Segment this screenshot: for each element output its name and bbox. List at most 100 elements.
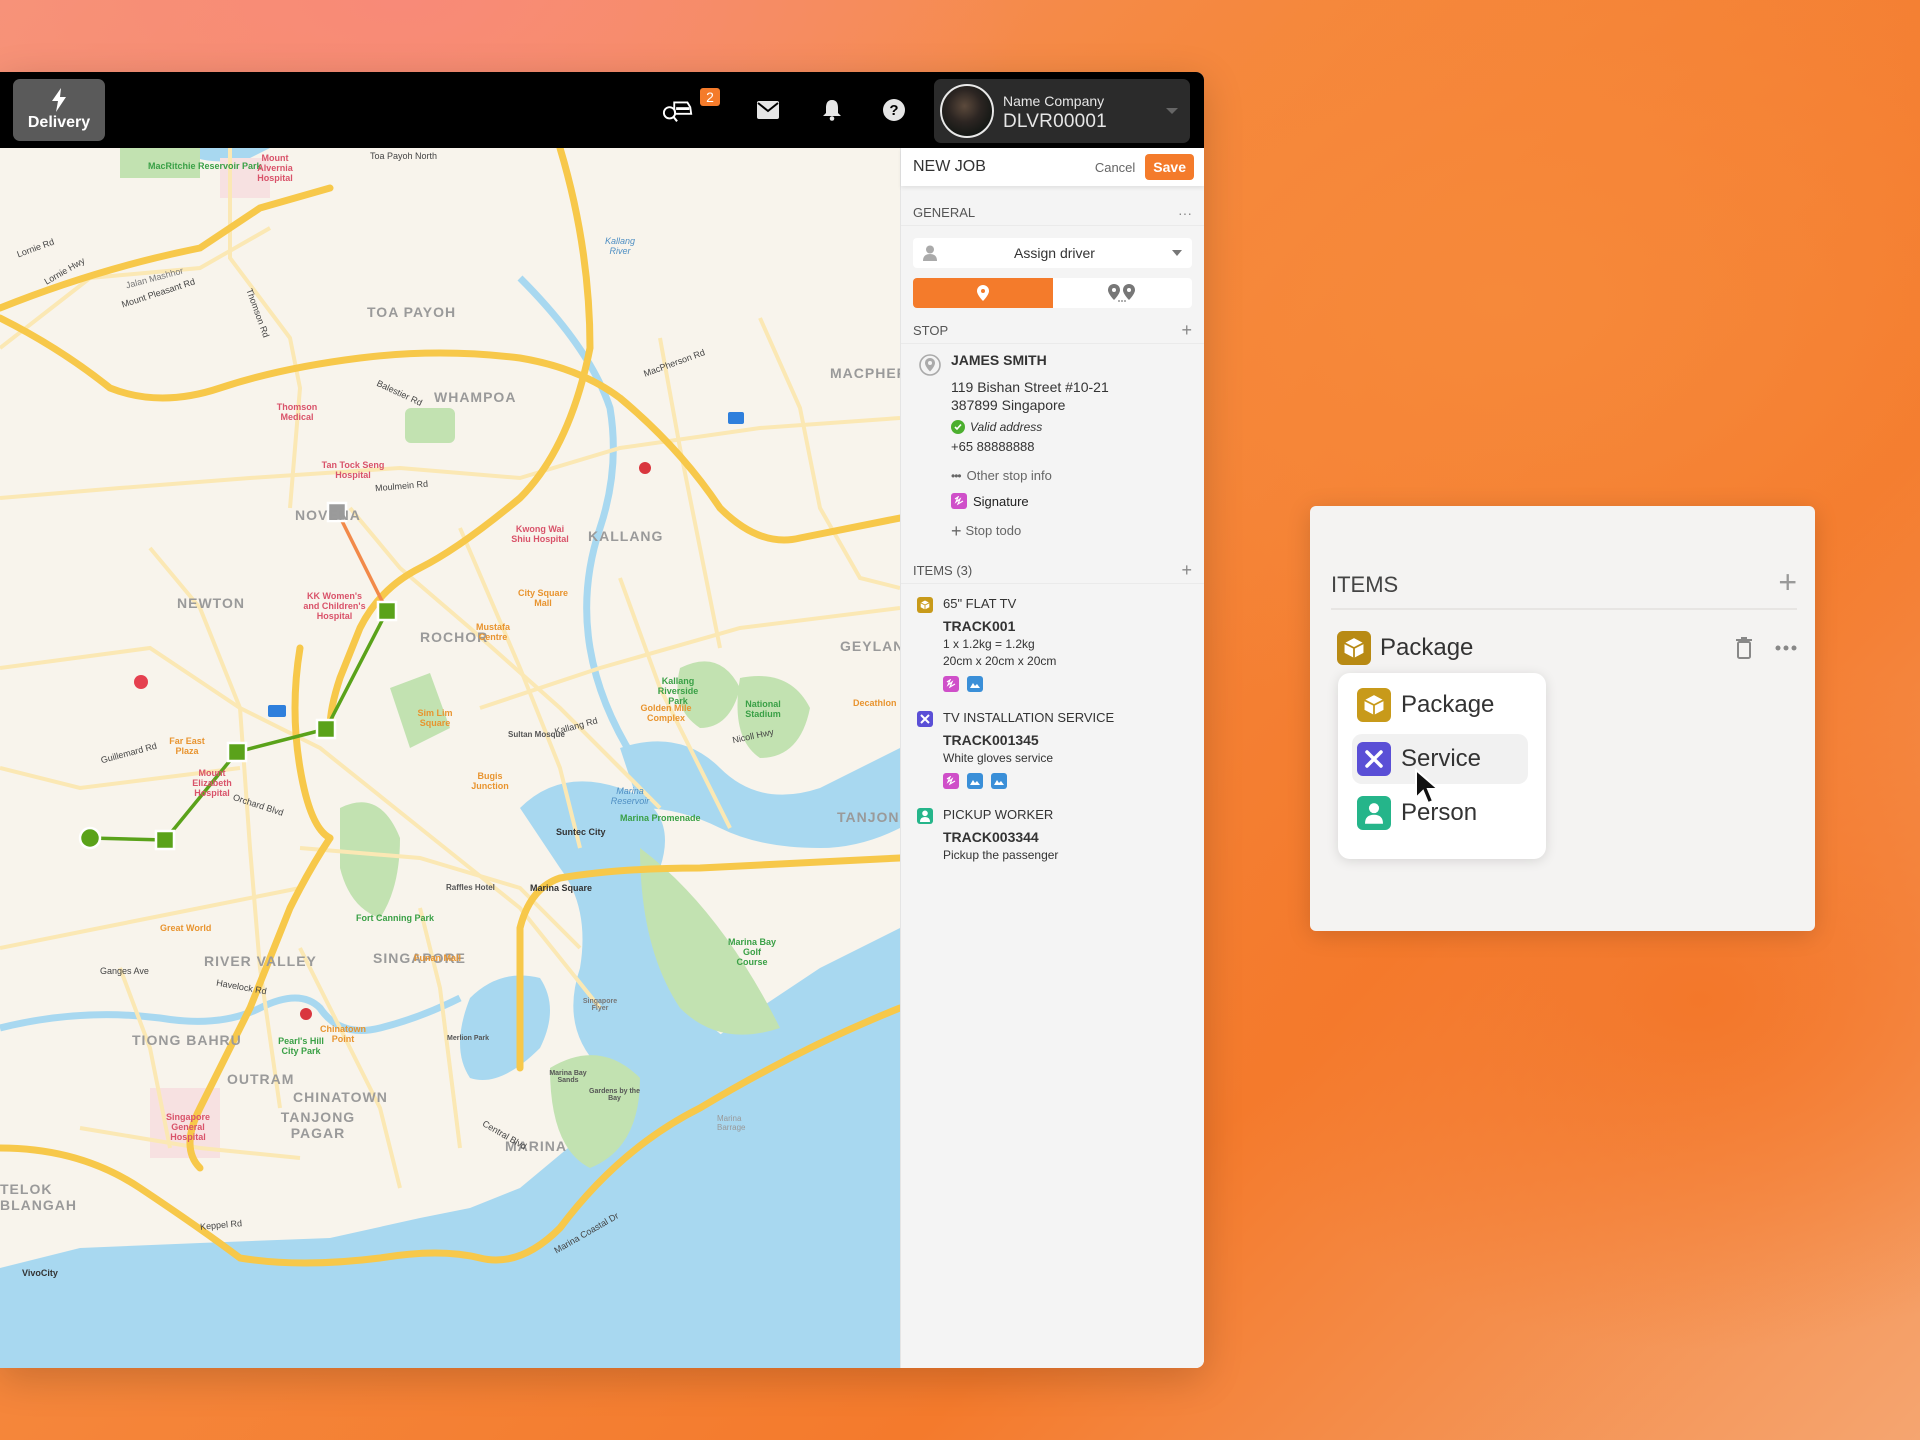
single-stop-tab[interactable] bbox=[913, 278, 1053, 308]
cancel-button[interactable]: Cancel bbox=[1095, 160, 1135, 175]
poi-label: Pearl's Hill City Park bbox=[278, 1036, 324, 1056]
section-label: ITEMS (3) bbox=[913, 563, 973, 578]
person-icon bbox=[923, 245, 937, 261]
route-segment bbox=[236, 727, 327, 754]
attachments bbox=[943, 676, 1192, 692]
notification-badge: 2 bbox=[700, 88, 720, 106]
multi-pin-icon bbox=[1108, 284, 1136, 302]
poi-label: Suntec City bbox=[556, 827, 606, 837]
save-button[interactable]: Save bbox=[1145, 154, 1194, 180]
more-options-button[interactable]: ··· bbox=[1178, 205, 1192, 221]
image-icon[interactable] bbox=[991, 773, 1007, 789]
sea bbox=[0, 928, 900, 1368]
item-detail: Pickup the passenger bbox=[943, 848, 1059, 862]
district-label: WHAMPOA bbox=[434, 389, 517, 405]
poi-label: Mount Alvernia Hospital bbox=[257, 153, 293, 183]
park bbox=[405, 408, 455, 443]
tracking-number: TRACK001345 bbox=[943, 732, 1039, 748]
item-name: TV INSTALLATION SERVICE bbox=[943, 710, 1115, 725]
package-icon bbox=[1337, 631, 1371, 665]
district-label: TANJONG PAGAR bbox=[280, 1109, 356, 1141]
district-label: NEWTON bbox=[177, 595, 245, 611]
map-view[interactable]: TOA PAYOH WHAMPOA NOVENA KALLANG NEWTON … bbox=[0, 148, 900, 1368]
mail-button[interactable] bbox=[752, 94, 784, 126]
poi-label: Marina Reservoir bbox=[610, 786, 650, 806]
poi-label: Tan Tock Seng Hospital bbox=[321, 460, 385, 480]
multi-stop-tab[interactable] bbox=[1053, 278, 1193, 308]
add-item-button[interactable]: + bbox=[1778, 566, 1797, 598]
poi-label: Gardens by the Bay bbox=[589, 1088, 640, 1102]
assign-driver-select[interactable]: Assign driver bbox=[913, 238, 1192, 268]
district-label: MACPHERS bbox=[830, 365, 900, 381]
poi-label: Raffles Hotel bbox=[446, 883, 495, 892]
tracking-number: TRACK003344 bbox=[943, 829, 1039, 845]
ellipsis-icon: ••• bbox=[951, 468, 962, 483]
route-start-marker[interactable] bbox=[78, 826, 102, 850]
top-bar: Delivery 2 ? Name Company DLVR00001 bbox=[0, 72, 1204, 148]
cte-sign-icon bbox=[268, 705, 286, 717]
item-type-row[interactable]: Package bbox=[1337, 630, 1797, 666]
item-row[interactable]: PICKUP WORKER TRACK003344 Pickup the pas… bbox=[901, 795, 1204, 868]
stop-mode-toggle bbox=[913, 278, 1192, 308]
search-vehicle-icon bbox=[662, 101, 693, 122]
chevron-down-icon bbox=[1166, 108, 1178, 114]
general-section-header: GENERAL ··· bbox=[901, 200, 1204, 226]
package-icon bbox=[1357, 688, 1391, 722]
poi-label: Thomson Medical bbox=[276, 402, 318, 422]
package-icon bbox=[917, 597, 933, 613]
poi-label: Marina Square bbox=[530, 883, 593, 893]
add-stop-button[interactable]: + bbox=[1181, 320, 1192, 341]
item-row[interactable]: TV INSTALLATION SERVICE TRACK001345 Whit… bbox=[901, 698, 1204, 795]
pie-sign-icon bbox=[728, 412, 744, 424]
poi-label: Kwong Wai Shiu Hospital bbox=[511, 524, 569, 544]
help-icon: ? bbox=[883, 99, 905, 121]
mail-icon bbox=[757, 101, 779, 119]
district-label: CHINATOWN bbox=[293, 1089, 388, 1105]
location-pin-icon bbox=[976, 285, 989, 301]
bell-icon bbox=[823, 100, 841, 121]
item-type-option-package[interactable]: Package bbox=[1352, 680, 1528, 730]
other-stop-info-button[interactable]: ••• Other stop info bbox=[951, 468, 1192, 483]
marina-bay bbox=[460, 975, 550, 1080]
selected-item-type[interactable]: Package bbox=[1380, 634, 1735, 662]
district-label: TOA PAYOH bbox=[367, 304, 457, 320]
poi-label: Marina Bay Sands bbox=[549, 1070, 587, 1084]
no-entry-icon bbox=[639, 462, 651, 474]
help-button[interactable]: ? bbox=[878, 94, 910, 126]
account-menu[interactable]: Name Company DLVR00001 bbox=[934, 79, 1190, 143]
district-label: OUTRAM bbox=[227, 1071, 295, 1087]
route-segment bbox=[89, 836, 166, 842]
poi-label: National Stadium bbox=[745, 699, 781, 719]
poi-label: Kallang River bbox=[604, 236, 636, 256]
item-row[interactable]: 65" FLAT TV TRACK001 1 x 1.2kg = 1.2kg 2… bbox=[901, 584, 1204, 698]
trash-icon[interactable] bbox=[1735, 637, 1753, 659]
pin-icon bbox=[134, 675, 148, 689]
district-label: NOVENA bbox=[295, 507, 361, 523]
poi-label: Golden Mile Complex bbox=[640, 703, 692, 723]
panel-header: NEW JOB Cancel Save bbox=[901, 148, 1204, 186]
add-stop-todo-button[interactable]: + Stop todo bbox=[951, 522, 1192, 540]
poi-label: KK Women's and Children's Hospital bbox=[303, 591, 366, 621]
mouse-cursor-icon bbox=[1415, 768, 1440, 805]
signature-icon[interactable] bbox=[943, 676, 959, 692]
image-icon[interactable] bbox=[967, 676, 983, 692]
route-stop-marker[interactable] bbox=[315, 718, 337, 740]
stop-card[interactable]: JAMES SMITH 119 Bishan Street #10-21 387… bbox=[901, 344, 1204, 546]
item-detail: 1 x 1.2kg = 1.2kg bbox=[943, 637, 1035, 651]
poi-label: City Square Mall bbox=[517, 588, 568, 608]
map-canvas bbox=[0, 148, 900, 1368]
item-type-option-person[interactable]: Person bbox=[1352, 788, 1528, 838]
signature-icon[interactable] bbox=[943, 773, 959, 789]
route-stop-marker[interactable] bbox=[154, 829, 176, 851]
add-item-button[interactable]: + bbox=[1181, 560, 1192, 581]
item-type-option-service[interactable]: Service bbox=[1352, 734, 1528, 784]
more-icon[interactable] bbox=[1775, 645, 1797, 651]
items-card-header: ITEMS + bbox=[1331, 566, 1797, 610]
delivery-app-button[interactable]: Delivery bbox=[13, 79, 105, 141]
route-stop-marker[interactable] bbox=[226, 741, 248, 763]
route-stop-marker[interactable] bbox=[376, 600, 398, 622]
image-icon[interactable] bbox=[967, 773, 983, 789]
search-vehicle-button[interactable] bbox=[662, 94, 694, 126]
signature-todo[interactable]: Signature bbox=[951, 493, 1192, 509]
notifications-button[interactable] bbox=[816, 94, 848, 126]
